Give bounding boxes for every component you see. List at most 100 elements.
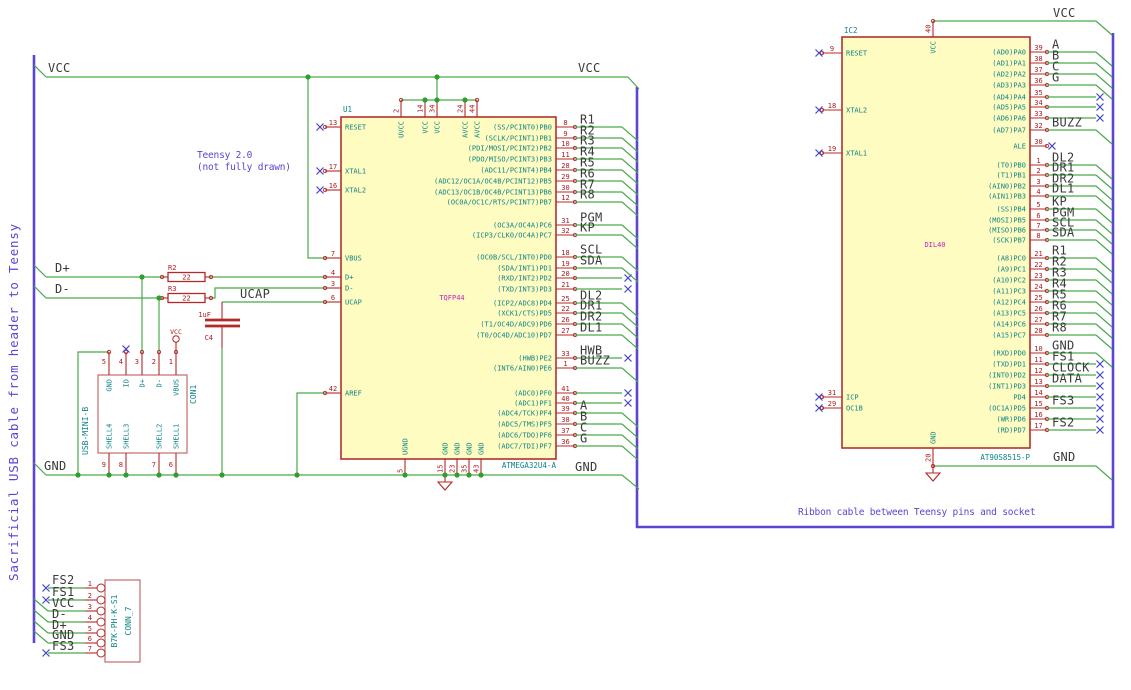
pin-number: 1 xyxy=(1036,157,1040,165)
pin-name: (AD5)PA5 xyxy=(992,104,1026,112)
pin-name: (A12)PC4 xyxy=(992,299,1026,307)
no-connect-icon xyxy=(1096,415,1104,423)
pin-name: (A15)PC7 xyxy=(992,332,1026,340)
pin-name: GND xyxy=(930,431,938,444)
capacitor-reference: C4 xyxy=(205,334,213,342)
pin-name: (RD)PD7 xyxy=(996,427,1026,435)
pin-name: AVCC xyxy=(474,121,482,138)
net-label[interactable]: KP xyxy=(580,221,595,235)
pin-name: D+ xyxy=(139,379,147,387)
pin-name: (OC0B/SCL/INT0)PD0 xyxy=(476,254,552,262)
bus-entry xyxy=(621,412,639,428)
no-connect-icon xyxy=(624,274,632,282)
pin-number: 20 xyxy=(561,270,569,278)
pin-name: (SCLK/PCINT1)PB1 xyxy=(485,135,552,143)
pin-number: 22 xyxy=(561,305,569,313)
net-label[interactable]: DL1 xyxy=(1052,182,1075,196)
ic-reference: U1 xyxy=(343,105,352,114)
bus-entry xyxy=(621,367,639,383)
net-label[interactable]: SDA xyxy=(1052,226,1075,240)
ic-u1[interactable]: U1ATMEGA32U4-ATQFP4413RESET17XTAL116XTAL… xyxy=(316,97,639,478)
pin-name: SHELL3 xyxy=(123,424,131,449)
pin-name: XTAL2 xyxy=(846,107,867,115)
junction-dot xyxy=(75,472,81,478)
ground-icon xyxy=(436,481,454,491)
pin-number: 26 xyxy=(1034,305,1042,313)
pin-number: 40 xyxy=(561,395,569,403)
net-label[interactable]: GND xyxy=(1053,450,1076,464)
connector-conn7[interactable]: 1 2 3 4 5 6 7 B7K-PH-K-S1 CONN_7 xyxy=(85,579,141,663)
no-connect-icon xyxy=(1096,382,1104,390)
pin-name: (ADC5/TMS)PF5 xyxy=(497,421,552,429)
junction-dot xyxy=(462,97,468,103)
pin-name: GND xyxy=(106,379,114,392)
net-label[interactable]: G xyxy=(580,432,588,446)
power-symbol-vcc[interactable]: VCC xyxy=(170,328,182,352)
net-label[interactable]: FS3 xyxy=(1052,394,1075,408)
pin-name: (A14)PC6 xyxy=(992,321,1026,329)
pin-name: (SS)PB4 xyxy=(996,206,1026,214)
bus-entry xyxy=(621,126,639,142)
bus-entry xyxy=(1095,129,1113,145)
no-connect-icon xyxy=(815,49,823,57)
resistor-r2[interactable]: R2 22 xyxy=(159,264,214,283)
pin-number: 7 xyxy=(331,250,335,258)
ground-icon xyxy=(924,472,942,482)
net-label[interactable]: R8 xyxy=(1052,321,1067,335)
pin-number: 14 xyxy=(417,105,425,113)
pin-number: 5 xyxy=(1036,201,1040,209)
bus-entry xyxy=(1095,257,1113,273)
net-label[interactable]: VCC xyxy=(578,61,601,75)
bus-entry xyxy=(621,180,639,196)
no-connect-icon xyxy=(624,354,632,362)
pin-name: (AD0)PA0 xyxy=(992,49,1026,57)
pin-number: 8 xyxy=(119,461,123,469)
connector-con1[interactable]: USB-MINI-B CON1 5 GND 4 ID 3 D+ 2 D- 1 VBUS 9 SHELL4 8… xyxy=(81,349,198,475)
net-label[interactable]: FS3 xyxy=(52,639,75,653)
pin-number: 21 xyxy=(1034,250,1042,258)
net-label[interactable]: D+ xyxy=(55,261,70,275)
pin-number: 23 xyxy=(449,465,457,473)
pin-number: 41 xyxy=(561,385,569,393)
no-connect-icon xyxy=(815,404,823,412)
capacitor-c4[interactable]: 1uF C4 xyxy=(198,302,240,348)
pin-name: (PDI/MOSI/PCINT2)PB2 xyxy=(468,145,552,153)
no-connect-icon xyxy=(1096,404,1104,412)
bus-entry xyxy=(33,285,47,299)
pin-circle xyxy=(96,595,106,605)
pin-number: 21 xyxy=(561,281,569,289)
net-label[interactable]: VCC xyxy=(48,61,71,75)
pin-name: (AD7)PA7 xyxy=(992,127,1026,135)
ic-ic2[interactable]: IC2AT90S8515-PDIL409RESET18XTAL219XTAL13… xyxy=(815,18,1113,469)
pin-circle xyxy=(96,628,106,638)
resistor-r3[interactable]: R3 22 xyxy=(159,285,214,304)
net-label[interactable]: BUZZ xyxy=(580,354,610,368)
net-label[interactable]: VCC xyxy=(1053,6,1076,20)
no-connect-icon xyxy=(815,106,823,114)
net-label[interactable]: GND xyxy=(44,459,67,473)
net-label[interactable]: BUZZ xyxy=(1052,116,1082,130)
ic-package: DIL40 xyxy=(924,241,945,249)
pin-number: 7 xyxy=(152,461,156,469)
ic-value: ATMEGA32U4-A xyxy=(502,461,557,470)
pin-number: 12 xyxy=(1034,367,1042,375)
net-label[interactable]: FS2 xyxy=(1052,416,1075,430)
pin-name: (MISO)PB6 xyxy=(988,227,1026,235)
pin-number: 2 xyxy=(393,109,401,113)
pin-name: (ADC13/OC1B/OC4B/PCINT13)PB6 xyxy=(434,189,552,197)
net-label[interactable]: GND xyxy=(575,460,598,474)
net-label[interactable]: R8 xyxy=(580,188,595,202)
ground-symbol[interactable] xyxy=(924,466,942,482)
net-label[interactable]: DATA xyxy=(1052,372,1083,386)
net-label[interactable]: UCAP xyxy=(240,287,270,301)
net-label[interactable]: DL1 xyxy=(580,321,603,335)
net-label[interactable]: SDA xyxy=(580,254,603,268)
net-label[interactable]: G xyxy=(1052,71,1060,85)
pin-number: 8 xyxy=(1036,232,1040,240)
pin-name: (AD3)PA3 xyxy=(992,82,1026,90)
pin-name: (AIN0)PB2 xyxy=(988,183,1026,191)
pin-number: 2 xyxy=(152,358,156,366)
net-label[interactable]: D- xyxy=(55,282,70,296)
pin-name: (ICP3/CLK0/OC4A)PC7 xyxy=(472,232,552,240)
bus-entry xyxy=(621,158,639,174)
